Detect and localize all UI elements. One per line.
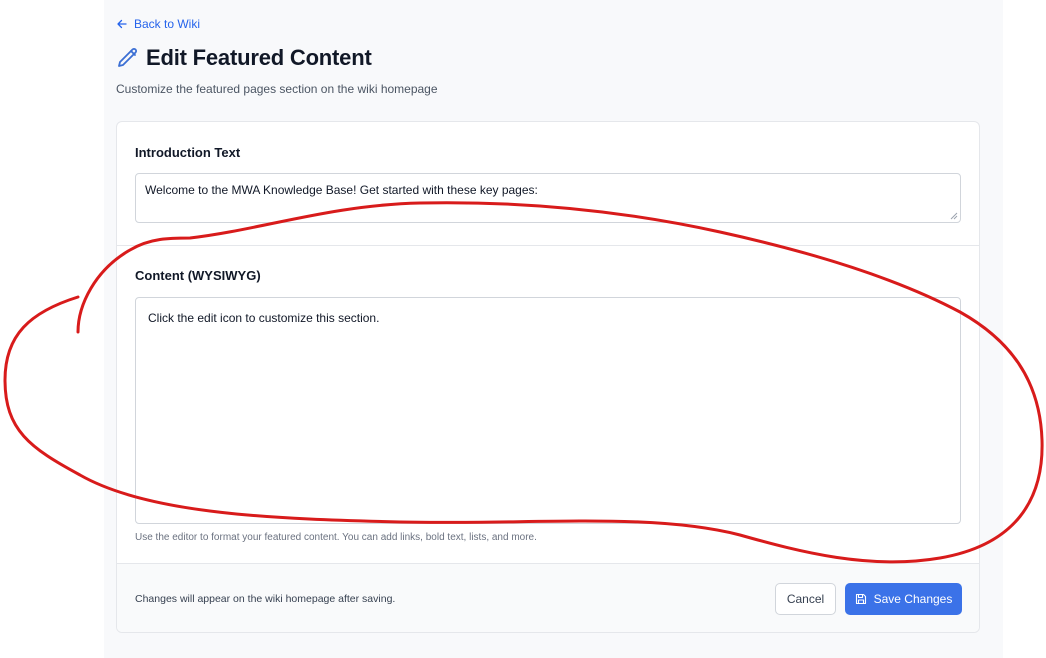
intro-text-field[interactable]: Welcome to the MWA Knowledge Base! Get s… (135, 173, 961, 223)
arrow-left-icon (117, 19, 127, 29)
page-header: Edit Featured Content (116, 45, 372, 71)
page-title: Edit Featured Content (146, 45, 372, 70)
wysiwyg-editor[interactable]: Click the edit icon to customize this se… (135, 297, 961, 524)
form-footer: Changes will appear on the wiki homepage… (117, 563, 979, 632)
editor-help-text: Use the editor to format your featured c… (135, 532, 537, 543)
back-to-wiki-link[interactable]: Back to Wiki (116, 17, 200, 31)
section-divider (117, 245, 979, 246)
intro-text-label: Introduction Text (135, 145, 241, 160)
editor-content-text: Click the edit icon to customize this se… (148, 311, 380, 325)
pencil-icon (118, 48, 137, 67)
floppy-disk-icon (855, 593, 866, 605)
intro-text-value: Welcome to the MWA Knowledge Base! Get s… (145, 183, 538, 197)
page-subtitle: Customize the featured pages section on … (116, 82, 438, 96)
save-changes-button[interactable]: Save Changes (845, 583, 962, 615)
cancel-button[interactable]: Cancel (775, 583, 836, 615)
cancel-button-label: Cancel (786, 592, 825, 606)
resize-handle-icon[interactable] (950, 212, 958, 220)
featured-content-form: Introduction Text Welcome to the MWA Kno… (116, 121, 980, 633)
footer-note: Changes will appear on the wiki homepage… (135, 593, 396, 605)
back-link-label: Back to Wiki (134, 17, 201, 31)
content-editor-label: Content (WYSIWYG) (135, 268, 261, 283)
save-button-label: Save Changes (873, 592, 953, 606)
